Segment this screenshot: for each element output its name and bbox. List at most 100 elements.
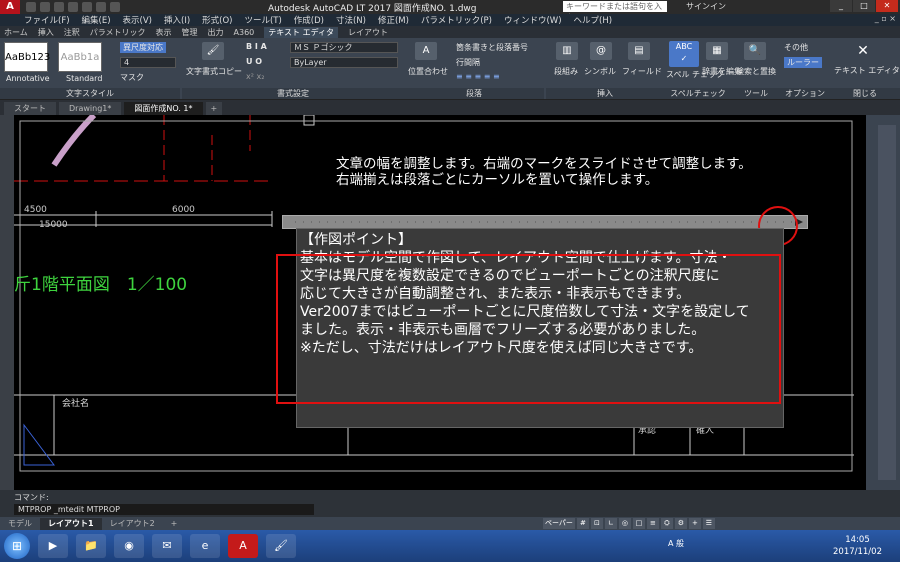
command-input[interactable]: MTPROP _mtedit MTPROP — [14, 504, 314, 515]
doc-tab-start[interactable]: スタート — [4, 102, 56, 115]
polar-icon[interactable]: ◎ — [618, 518, 631, 529]
annotative-toggle[interactable]: 異尺度対応 — [120, 42, 166, 53]
style-standard-swatch[interactable]: AaBb1a — [58, 42, 102, 72]
add-layout-button[interactable]: + — [163, 518, 186, 530]
tab-output[interactable]: 出力 — [208, 27, 224, 38]
plus-icon[interactable]: + — [688, 518, 701, 529]
doc-tab-current[interactable]: 図面作成NO. 1* — [124, 102, 203, 115]
bold-italic-icon[interactable]: B I A — [246, 42, 267, 51]
thunderbird-icon[interactable]: ✉ — [152, 534, 182, 558]
match-properties-icon[interactable]: 🖌 — [202, 42, 224, 60]
paragraph-align-icons[interactable]: ≡ ≡ ≡ ≡ ≡ — [456, 72, 500, 81]
save-icon[interactable] — [54, 2, 64, 12]
spell-check-button[interactable]: ABC ✓ — [669, 41, 699, 67]
menu-window[interactable]: ウィンドウ(W) — [504, 14, 562, 26]
tab-manage[interactable]: 管理 — [182, 27, 198, 38]
ruler-toggle[interactable]: ルーラー — [784, 57, 822, 68]
color-dropdown[interactable]: ByLayer — [290, 57, 398, 68]
clock[interactable]: 14:05 2017/11/02 — [833, 534, 882, 558]
text-height-dropdown[interactable]: 4 — [120, 57, 176, 68]
media-app-icon[interactable]: ▶ — [38, 534, 68, 558]
menu-edit[interactable]: 編集(E) — [82, 14, 111, 26]
close-text-editor-button[interactable]: テキスト エディタを閉じる — [834, 65, 900, 76]
field-button[interactable]: フィールド — [622, 66, 662, 77]
drawing-canvas[interactable]: 文章の幅を調整します。右端のマークをスライドさせて調整します。右端揃えは段落ごと… — [14, 115, 866, 490]
workspace-icon[interactable]: ⚙ — [674, 518, 687, 529]
doc-tab-drawing1[interactable]: Drawing1* — [59, 102, 122, 115]
superscript-subscript-icon[interactable]: x² x₂ — [246, 72, 264, 81]
snap-icon[interactable]: ⊡ — [590, 518, 603, 529]
autocad-taskbar-icon[interactable]: A — [228, 534, 258, 558]
ime-indicator[interactable]: A 般 — [668, 538, 684, 549]
mtext-ruler[interactable] — [282, 215, 808, 229]
tab-insert[interactable]: 挿入 — [38, 27, 54, 38]
mask-button[interactable]: マスク — [120, 72, 144, 83]
chrome-icon[interactable]: ◉ — [114, 534, 144, 558]
menu-format[interactable]: 形式(O) — [202, 14, 232, 26]
symbol-button[interactable]: シンボル — [584, 66, 616, 77]
tab-layout[interactable]: レイアウト — [348, 27, 388, 38]
layout-tab-layout2[interactable]: レイアウト2 — [102, 518, 163, 530]
paper-space-toggle[interactable]: ペーパー — [543, 518, 575, 529]
menu-file[interactable]: ファイル(F) — [24, 14, 70, 26]
menu-tools[interactable]: ツール(T) — [244, 14, 281, 26]
underline-overline-icon[interactable]: U O — [246, 57, 262, 66]
line-spacing-button[interactable]: 行間隔 — [456, 57, 480, 68]
start-button[interactable]: ⊞ — [4, 533, 30, 559]
tab-a360[interactable]: A360 — [234, 28, 255, 37]
menu-view[interactable]: 表示(V) — [123, 14, 152, 26]
font-dropdown[interactable]: ＭＳ Ｐゴシック — [290, 42, 398, 53]
justify-icon[interactable]: A — [415, 42, 437, 60]
maximize-button[interactable]: □ — [853, 0, 875, 12]
customize-icon[interactable]: ☰ — [702, 518, 715, 529]
explorer-icon[interactable]: 📁 — [76, 534, 106, 558]
undo-icon[interactable] — [96, 2, 106, 12]
ie-icon[interactable]: e — [190, 534, 220, 558]
copy-format-button[interactable]: 文字書式コピー — [186, 66, 242, 77]
autocad-logo-icon[interactable]: A — [0, 0, 20, 14]
more-button[interactable]: その他 — [784, 42, 808, 53]
style-annotative-swatch[interactable]: AaBb123 — [4, 42, 50, 72]
saveas-icon[interactable] — [68, 2, 78, 12]
tab-text-editor[interactable]: テキスト エディタ — [264, 26, 339, 38]
columns-button[interactable]: 段組み — [554, 66, 578, 77]
menu-parametric[interactable]: パラメトリック(P) — [421, 14, 492, 26]
find-replace-icon[interactable]: 🔍 — [744, 42, 766, 60]
field-icon[interactable]: ▤ — [628, 42, 650, 60]
annotation-icon[interactable]: ⛭ — [660, 518, 673, 529]
menu-modify[interactable]: 修正(M) — [378, 14, 409, 26]
print-icon[interactable] — [82, 2, 92, 12]
new-icon[interactable] — [26, 2, 36, 12]
symbol-icon[interactable]: @ — [590, 42, 612, 60]
dictionary-icon[interactable]: ▦ — [706, 42, 728, 60]
lineweight-icon[interactable]: ≡ — [646, 518, 659, 529]
bullets-button[interactable]: 箇条書きと段落番号 — [456, 42, 528, 53]
close-editor-icon[interactable]: ✕ — [852, 42, 874, 60]
osnap-icon[interactable]: □ — [632, 518, 645, 529]
tab-view[interactable]: 表示 — [156, 27, 172, 38]
search-input[interactable]: キーワードまたは語句を入力 — [563, 1, 667, 22]
minimize-button[interactable]: _ — [830, 0, 852, 12]
menu-dimension[interactable]: 寸法(N) — [336, 14, 366, 26]
layout-tab-layout1[interactable]: レイアウト1 — [40, 517, 102, 530]
open-icon[interactable] — [40, 2, 50, 12]
ortho-icon[interactable]: ∟ — [604, 518, 617, 529]
menu-help[interactable]: ヘルプ(H) — [574, 14, 613, 26]
tab-annotate[interactable]: 注釈 — [64, 27, 80, 38]
tab-home[interactable]: ホーム — [4, 27, 28, 38]
justify-button[interactable]: 位置合わせ — [408, 66, 448, 77]
new-tab-button[interactable]: + — [205, 102, 223, 115]
columns-icon[interactable]: ▥ — [556, 42, 578, 60]
signin-button[interactable]: サインイン — [686, 1, 726, 12]
redo-icon[interactable] — [110, 2, 120, 12]
layout-tab-model[interactable]: モデル — [0, 518, 40, 530]
grid-icon[interactable]: # — [576, 518, 589, 529]
menu-insert[interactable]: 挿入(I) — [164, 14, 190, 26]
menu-draw[interactable]: 作成(D) — [294, 14, 324, 26]
tab-parametric[interactable]: パラメトリック — [90, 27, 146, 38]
palette-strip[interactable] — [878, 125, 896, 480]
close-button[interactable]: ✕ — [876, 0, 898, 12]
paint-icon[interactable]: 🖌 — [266, 534, 296, 558]
menubar-window-controls[interactable]: _ ▫ × — [875, 14, 896, 23]
find-replace-button[interactable]: 検索と置換 — [736, 66, 776, 77]
